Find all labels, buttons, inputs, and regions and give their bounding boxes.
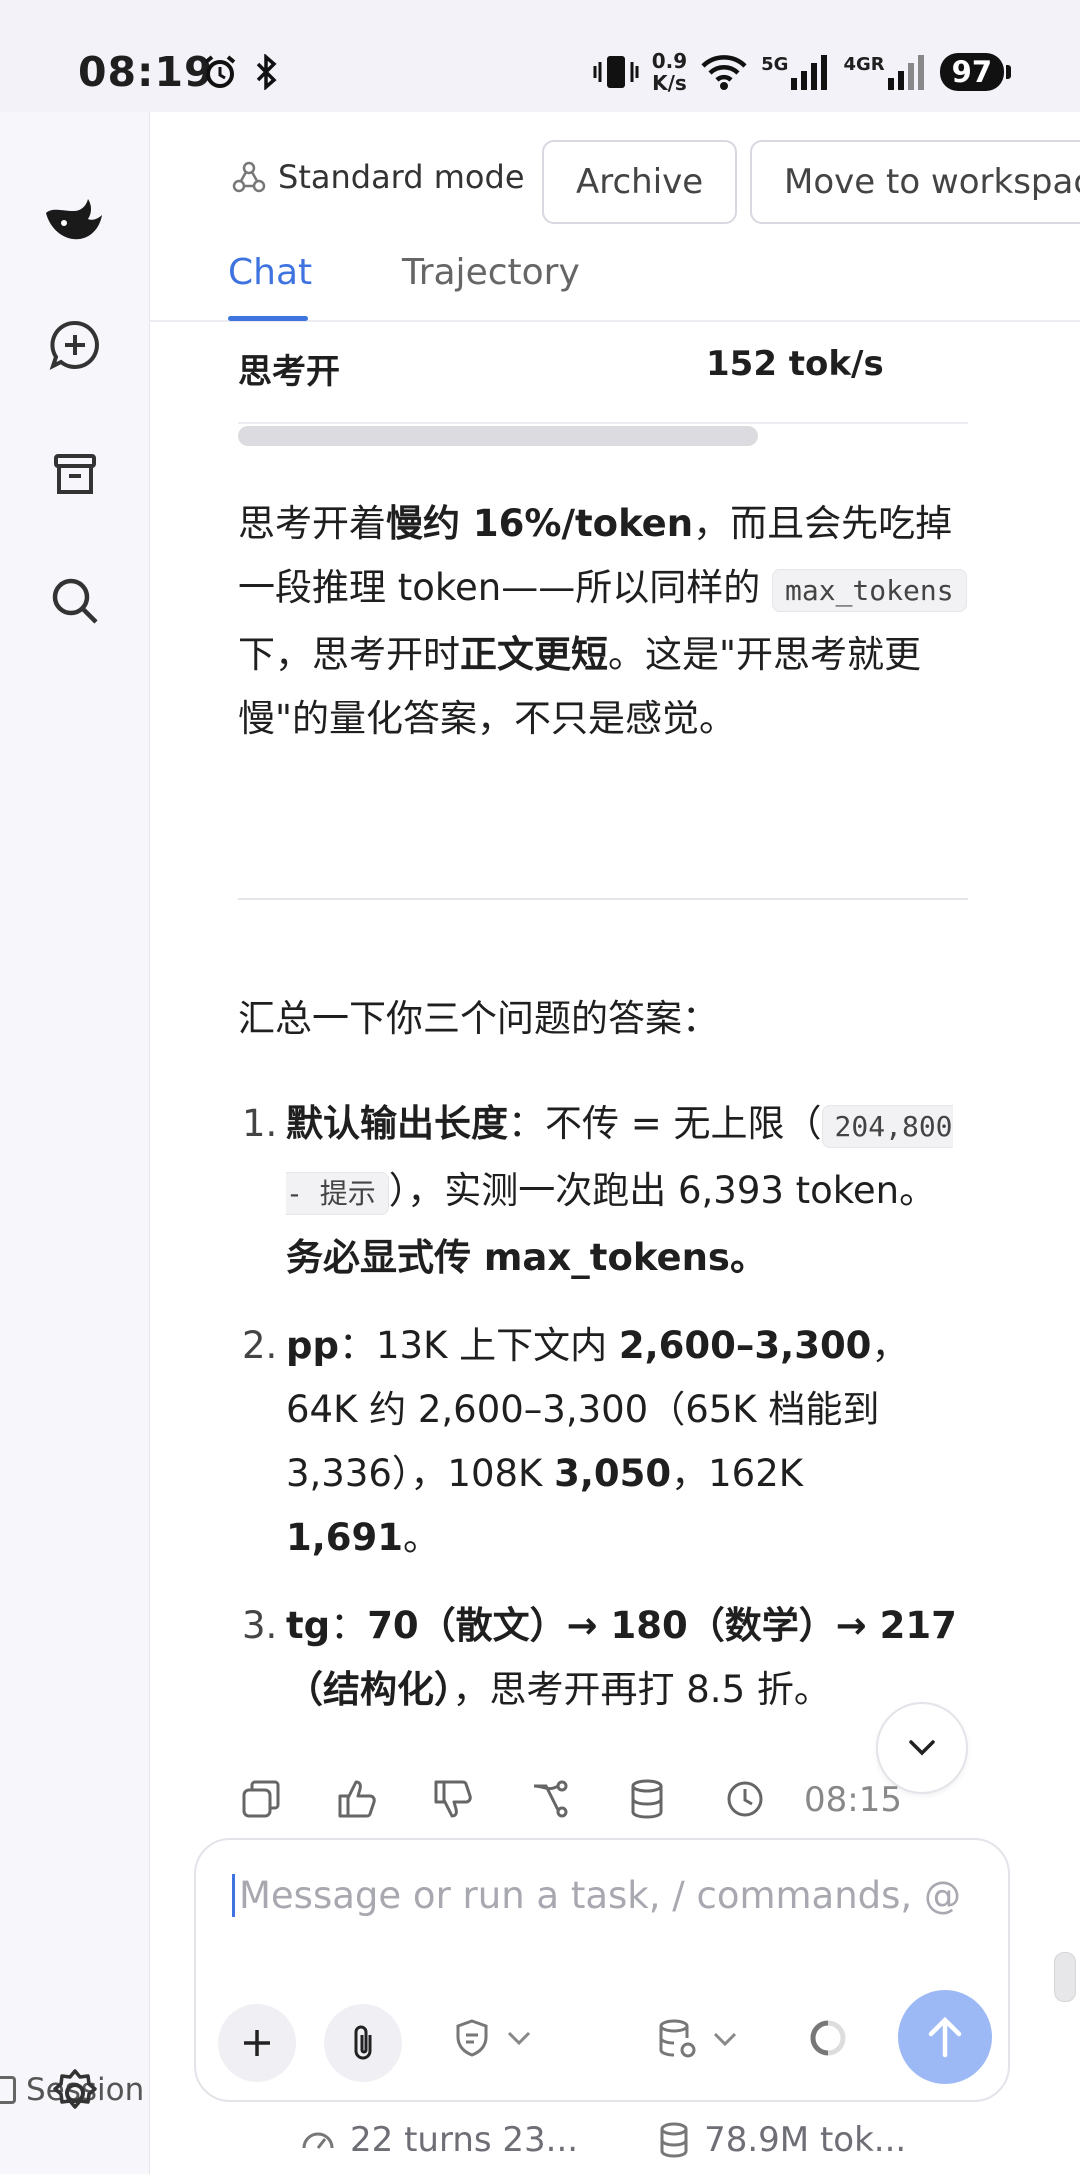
list-item: 3. tg：70（散文）→ 180（数学）→ 217（结构化），思考开再打 8.… — [238, 1594, 968, 1722]
tab-chat[interactable]: Chat — [228, 252, 312, 293]
alarm-icon — [204, 55, 236, 88]
text-span: ：13K 上下文内 — [338, 1324, 619, 1367]
table-cell: 152 tok/s — [706, 344, 884, 384]
paperclip-icon — [354, 2025, 372, 2060]
mode-selector[interactable]: Standard mode — [232, 158, 525, 196]
text-span: ），实测一次跑出 6,393 token。 — [388, 1169, 937, 1212]
thumbs-up-icon[interactable] — [334, 1776, 380, 1822]
list-item: 1. 默认输出长度：不传 = 无上限（ 204,800 - 提示 ），实测一次跑出 … — [238, 1092, 968, 1290]
header: Standard mode Archive Move to workspac C… — [150, 112, 1080, 322]
table-cell: 思考开 — [238, 352, 340, 392]
net-speed-unit: K/s — [652, 71, 687, 95]
chevron-down-icon — [909, 1740, 935, 1756]
search-icon[interactable] — [42, 568, 108, 634]
signal-5g-label: 5G — [761, 54, 789, 75]
wifi-icon — [701, 55, 747, 90]
signal-bars-icon — [887, 55, 924, 90]
divider — [238, 898, 968, 900]
message-time: 08:15 — [804, 1780, 902, 1820]
session-stats: 22 turns 23... 78.9M tok... — [300, 2120, 906, 2160]
status-right: 0.9 K/s 5G 4GR 97 — [592, 50, 1012, 94]
bluetooth-icon — [256, 54, 277, 90]
database-icon — [660, 2122, 688, 2158]
net-speed: 0.9 K/s — [652, 50, 687, 94]
signal-bars-icon — [791, 55, 828, 90]
text-span: 。 — [403, 1516, 441, 1559]
status-left-icons — [202, 54, 282, 90]
mode-label: Standard mode — [278, 158, 525, 196]
move-to-workspace-button[interactable]: Move to workspac — [750, 140, 1080, 224]
answer-list: 1. 默认输出长度：不传 = 无上限（ 204,800 - 提示 ），实测一次跑出 … — [238, 1092, 968, 1746]
settings-gear-icon[interactable] — [42, 2060, 108, 2126]
signal-4g: 4GR — [843, 54, 927, 90]
session-icon — [0, 2076, 16, 2104]
archive-button[interactable]: Archive — [542, 140, 738, 224]
status-time: 08:19 — [78, 48, 214, 96]
sidebar: Session — [0, 112, 150, 2174]
bold-text: 3,050 — [554, 1452, 672, 1495]
message-input[interactable]: Message or run a task, / commands, @ fi.… — [232, 1874, 972, 1917]
list-number: 1. — [242, 1102, 278, 1145]
tokens-stat: 78.9M tok... — [658, 2120, 906, 2160]
vibrate-icon — [593, 56, 639, 88]
composer: Message or run a task, / commands, @ fi.… — [194, 1838, 1010, 2102]
message-actions: 08:15 — [238, 1776, 938, 1830]
turns-stat: 22 turns 23... — [300, 2120, 578, 2160]
status-bar: 08:19 0.9 K/s 5G 4GR 97 — [0, 0, 1080, 112]
database-icon[interactable] — [624, 1776, 670, 1822]
inline-code: max_tokens — [772, 569, 967, 612]
bold-text: 2,600–3,300 — [618, 1324, 872, 1367]
add-button[interactable] — [218, 2004, 296, 2082]
turns-label: 22 turns 23... — [350, 2120, 579, 2160]
bold-text: pp — [286, 1324, 339, 1367]
text-span: 思考开着 — [238, 502, 386, 545]
page-scrollbar[interactable] — [1054, 1952, 1076, 2002]
list-item: 2. pp：13K 上下文内 2,600–3,300，64K 约 2,600–3… — [238, 1314, 968, 1570]
battery-indicator: 97 — [939, 53, 1012, 91]
plus-icon — [244, 2030, 270, 2056]
thumbs-down-icon[interactable] — [430, 1776, 476, 1822]
text-span: ，162K — [671, 1452, 804, 1495]
text-span: ，思考开再打 8.5 折。 — [452, 1668, 831, 1711]
new-chat-icon[interactable] — [42, 312, 108, 378]
table-row: 思考开 152 tok/s — [238, 322, 968, 424]
bold-text: 默认输出长度 — [286, 1102, 508, 1145]
signal-5g: 5G — [761, 54, 831, 90]
list-number: 2. — [242, 1324, 278, 1367]
signal-4g-label: 4GR — [843, 54, 885, 75]
permissions-dropdown[interactable] — [452, 2018, 532, 2058]
loading-spinner-icon — [808, 2018, 848, 2058]
arrow-up-icon — [928, 2016, 962, 2058]
chevron-down-icon — [713, 2032, 737, 2047]
net-speed-value: 0.9 — [651, 49, 688, 73]
summary-heading: 汇总一下你三个问题的答案： — [238, 997, 719, 1040]
text-span: ： — [330, 1604, 368, 1647]
bold-text: 慢约 16%/token — [386, 502, 694, 545]
chevron-down-icon — [507, 2031, 531, 2046]
whale-logo-icon[interactable] — [42, 186, 108, 252]
tab-trajectory[interactable]: Trajectory — [402, 252, 580, 293]
clock-icon — [722, 1776, 768, 1822]
shield-icon — [456, 2019, 488, 2057]
database-gear-icon — [659, 2019, 696, 2058]
answer-paragraph: 思考开着慢约 16%/token，而且会先吃掉一段推理 token——所以同样的… — [238, 492, 968, 751]
copy-icon[interactable] — [238, 1776, 284, 1822]
text-span: ：不传 = 无上限（ — [508, 1102, 822, 1145]
mode-icon — [232, 161, 266, 193]
tokens-label: 78.9M tok... — [704, 2120, 907, 2160]
active-tab-indicator — [228, 316, 308, 321]
branch-icon[interactable] — [528, 1776, 574, 1822]
table-horizontal-scrollbar[interactable] — [238, 426, 758, 446]
bold-text: 务必显式传 max_tokens。 — [286, 1236, 767, 1279]
text-span: 下，思考开时 — [238, 633, 460, 676]
archive-icon[interactable] — [42, 442, 108, 508]
gauge-icon — [302, 2132, 334, 2149]
bold-text: 正文更短 — [460, 633, 608, 676]
bold-text: tg — [286, 1604, 331, 1647]
database-settings-dropdown[interactable] — [656, 2018, 738, 2060]
list-number: 3. — [242, 1604, 278, 1647]
send-button[interactable] — [898, 1990, 992, 2084]
attach-button[interactable] — [324, 2004, 402, 2082]
bold-text: 1,691 — [286, 1516, 404, 1559]
